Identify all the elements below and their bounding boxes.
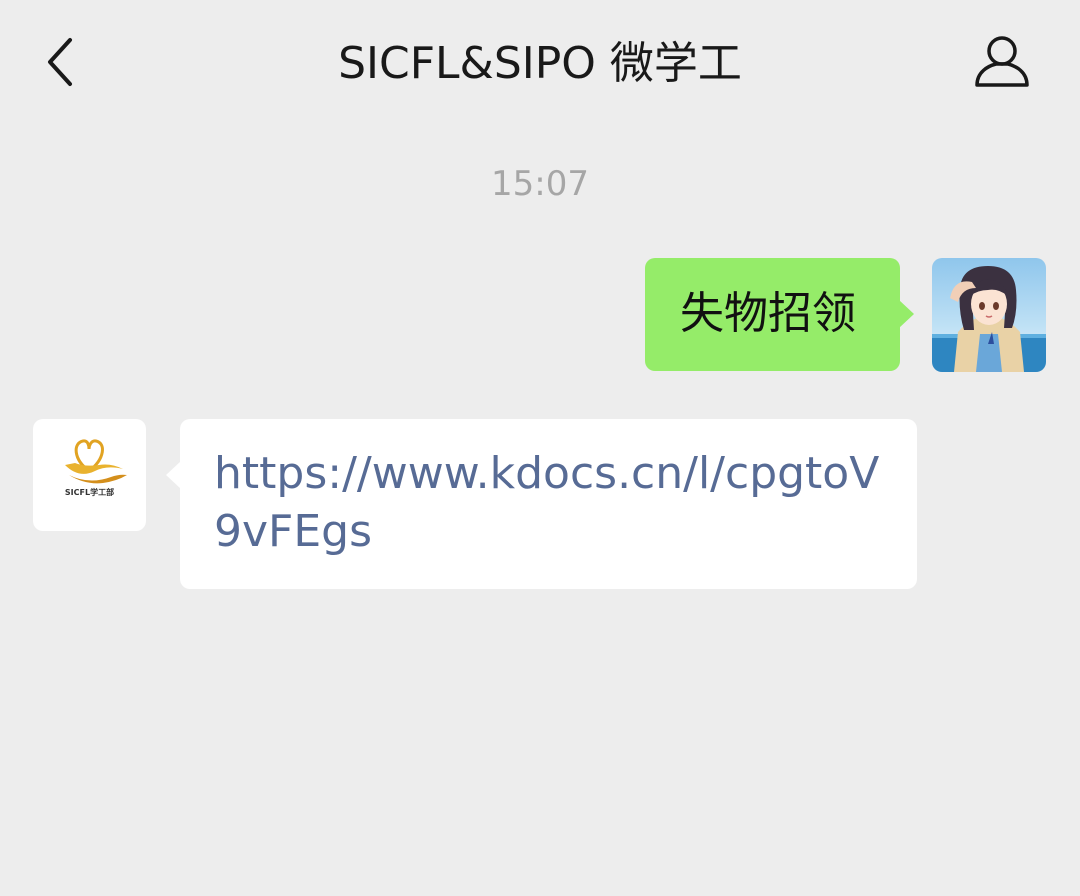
heart-hand-logo-icon [65,439,127,484]
official-account-avatar[interactable]: SICFL学工部 [33,419,146,531]
my-message-bubble[interactable]: 失物招领 [645,258,914,371]
account-message-bubble[interactable]: https://www.kdocs.cn/l/cpgtoV9vFEgs [166,419,917,589]
user-icon [975,36,1029,87]
message-link[interactable]: https://www.kdocs.cn/l/cpgtoV9vFEgs [214,445,894,561]
my-message-text: 失物招领 [680,288,856,339]
anime-girl-avatar-image [932,258,1046,372]
my-avatar[interactable] [932,258,1046,372]
message-timestamp: 15:07 [491,164,589,204]
logo-caption: SICFL学工部 [64,488,115,497]
profile-button[interactable] [966,30,1038,94]
top-bar: SICFL&SIPO 微学工 [0,0,1080,125]
chat-title: SICFL&SIPO 微学工 [338,38,742,89]
